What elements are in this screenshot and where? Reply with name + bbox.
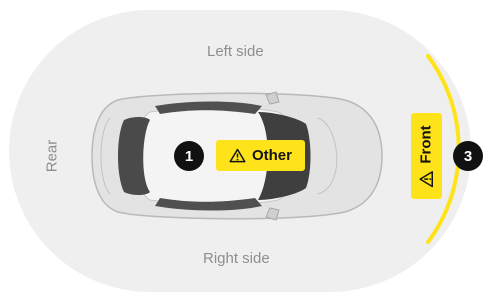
damage-tag-other[interactable]: Other bbox=[216, 140, 305, 171]
damage-number-badge-1[interactable]: 1 bbox=[174, 141, 204, 171]
damage-tag-front[interactable]: Front bbox=[411, 113, 442, 199]
rear-label: Rear bbox=[43, 139, 61, 173]
warning-triangle-icon bbox=[229, 148, 246, 163]
right-side-label: Right side bbox=[203, 250, 270, 267]
damage-tag-front-label: Front bbox=[418, 124, 436, 164]
damage-tag-other-label: Other bbox=[251, 147, 292, 164]
warning-triangle-icon bbox=[419, 170, 434, 187]
damage-number-badge-3[interactable]: 3 bbox=[453, 141, 483, 171]
left-side-label: Left side bbox=[207, 43, 264, 60]
